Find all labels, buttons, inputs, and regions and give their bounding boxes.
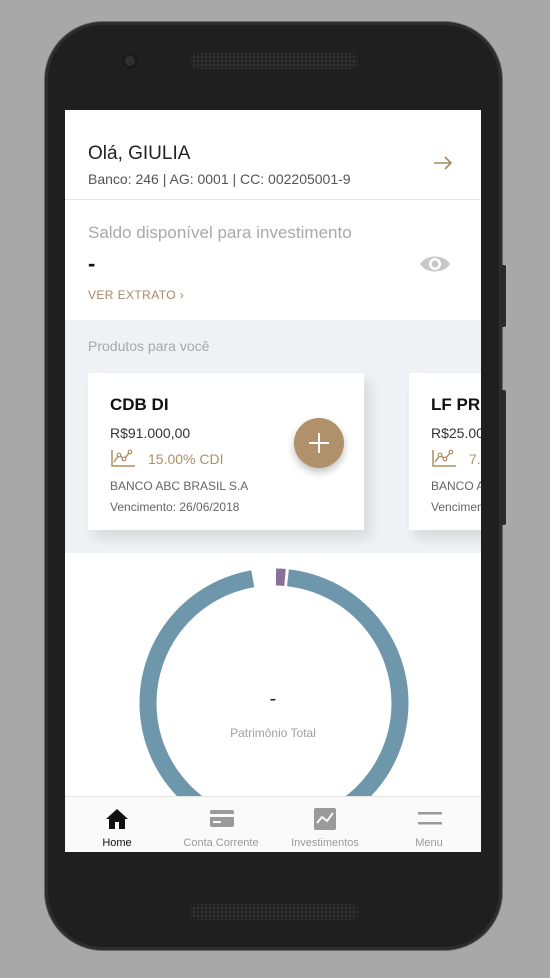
- chevron-right-icon: ›: [179, 288, 185, 302]
- bottom-speaker: [190, 904, 358, 920]
- product-name: LF PRE: [431, 395, 481, 414]
- nav-investimentos[interactable]: Investimentos: [273, 797, 377, 852]
- chart-line-icon: [111, 449, 135, 467]
- product-amount: R$91.000,00: [110, 425, 191, 441]
- app-screen: Olá, GIULIA Banco: 246 | AG: 0001 | CC: …: [65, 110, 481, 852]
- plus-icon: [309, 433, 329, 453]
- card-icon: [210, 810, 234, 827]
- add-button[interactable]: [294, 418, 344, 468]
- chart-icon: [314, 808, 336, 830]
- statement-link-label: VER EXTRATO: [88, 288, 176, 302]
- top-speaker: [190, 53, 358, 69]
- balance-label: Saldo disponível para investimento: [88, 223, 352, 242]
- nav-menu[interactable]: Menu: [377, 797, 481, 852]
- balance-value: -: [88, 251, 96, 276]
- bottom-navigation: Home Conta Corrente Investimentos Menu: [65, 796, 481, 852]
- greeting: Olá, GIULIA: [88, 143, 191, 164]
- products-title: Produtos para você: [88, 338, 210, 354]
- product-rate: 7.50%: [469, 451, 481, 467]
- product-name: CDB DI: [110, 395, 169, 414]
- nav-investimentos-label: Investimentos: [291, 837, 359, 849]
- eye-icon[interactable]: [419, 251, 451, 277]
- power-button: [500, 265, 506, 327]
- nav-conta-corrente-label: Conta Corrente: [183, 837, 259, 849]
- portfolio-value: -: [269, 688, 277, 710]
- product-bank: BANCO ABC BRASIL S.A: [431, 479, 481, 493]
- nav-menu-label: Menu: [415, 837, 443, 849]
- product-bank: BANCO ABC BRASIL S.A: [110, 479, 249, 493]
- product-maturity: Vencimento: 26/06/2018: [110, 500, 240, 514]
- menu-icon: [418, 812, 442, 825]
- home-icon: [106, 809, 128, 829]
- chart-line-icon: [432, 449, 456, 467]
- divider: [65, 199, 481, 200]
- volume-button: [500, 390, 506, 525]
- nav-home[interactable]: Home: [65, 797, 169, 852]
- products-section: Produtos para você CDB DI R$91.000,00 15…: [65, 320, 481, 553]
- statement-link[interactable]: VER EXTRATO ›: [88, 288, 184, 302]
- product-amount: R$25.000,00: [431, 425, 481, 441]
- arrow-right-icon[interactable]: [433, 156, 453, 170]
- front-camera: [122, 53, 138, 69]
- bank-account-info: Banco: 246 | AG: 0001 | CC: 002205001-9: [88, 171, 351, 187]
- product-rate: 15.00% CDI: [148, 451, 224, 467]
- nav-conta-corrente[interactable]: Conta Corrente: [169, 797, 273, 852]
- product-maturity: Vencimento: 26/06/2018: [431, 500, 481, 514]
- portfolio-label: Patrimônio Total: [230, 726, 316, 740]
- product-card[interactable]: LF PRE R$25.000,00 7.50% BANCO ABC BRASI…: [409, 373, 481, 530]
- nav-home-label: Home: [102, 837, 132, 849]
